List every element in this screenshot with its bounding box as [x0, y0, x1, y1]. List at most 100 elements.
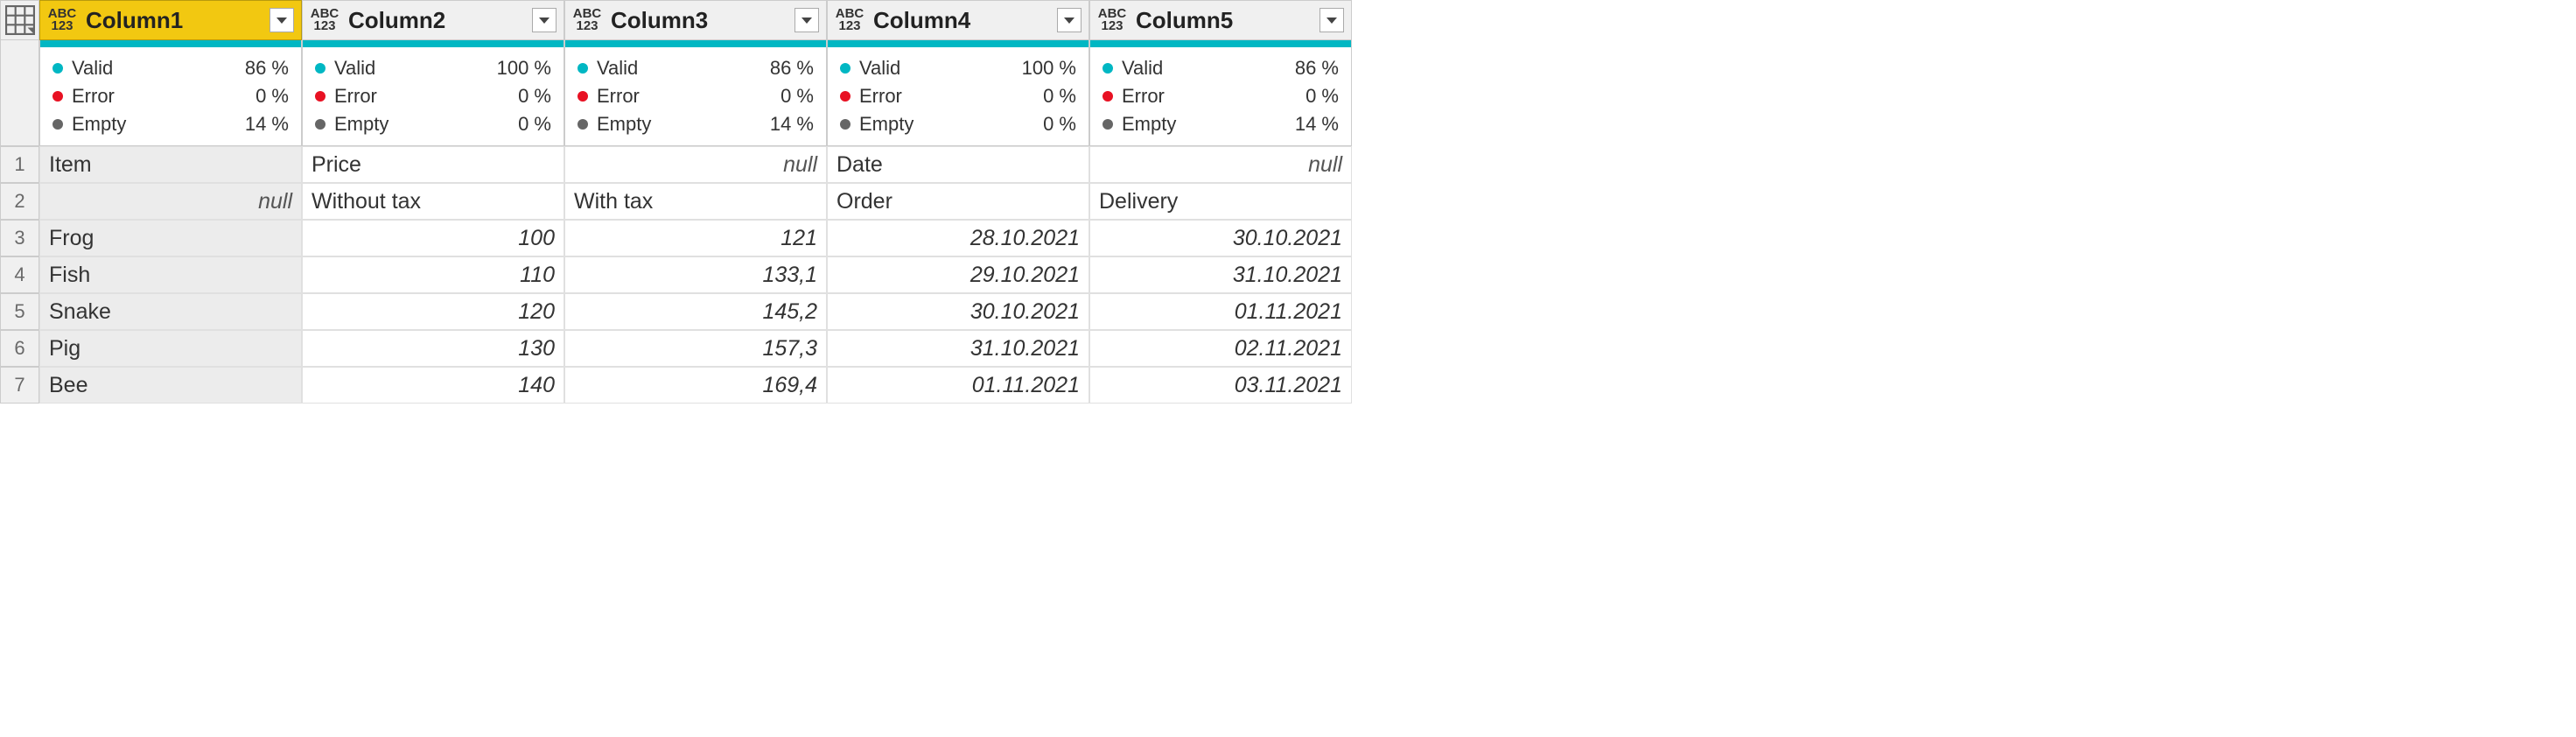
- table-cell[interactable]: 31.10.2021: [1089, 256, 1352, 293]
- table-cell[interactable]: Fish: [39, 256, 302, 293]
- table-cell[interactable]: 29.10.2021: [827, 256, 1089, 293]
- table-cell[interactable]: Snake: [39, 293, 302, 330]
- error-label: Error: [334, 82, 377, 110]
- table-cell[interactable]: null: [564, 146, 827, 183]
- error-label: Error: [72, 82, 115, 110]
- error-label: Error: [597, 82, 640, 110]
- table-cell[interactable]: 01.11.2021: [827, 367, 1089, 404]
- table-cell[interactable]: 130: [302, 330, 564, 367]
- row-number[interactable]: 7: [0, 367, 39, 404]
- table-cell[interactable]: 110: [302, 256, 564, 293]
- empty-label: Empty: [597, 110, 651, 138]
- table-cell[interactable]: Order: [827, 183, 1089, 220]
- row-number[interactable]: 5: [0, 293, 39, 330]
- empty-dot-icon: [52, 119, 63, 130]
- datatype-icon[interactable]: ABC123: [1097, 8, 1127, 32]
- table-cell[interactable]: Frog: [39, 220, 302, 256]
- valid-label: Valid: [334, 54, 375, 82]
- column-quality-bar: [1089, 40, 1352, 47]
- valid-label: Valid: [597, 54, 638, 82]
- table-cell[interactable]: Bee: [39, 367, 302, 404]
- error-dot-icon: [1102, 91, 1113, 102]
- table-cell[interactable]: null: [1089, 146, 1352, 183]
- column-quality-stats: Valid86 %Error0 %Empty14 %: [39, 47, 302, 146]
- table-cell[interactable]: Item: [39, 146, 302, 183]
- error-dot-icon: [315, 91, 326, 102]
- column-header[interactable]: ABC123 Column1: [39, 0, 302, 40]
- table-cell[interactable]: Pig: [39, 330, 302, 367]
- empty-percent: 14 %: [770, 110, 814, 138]
- table-corner-menu[interactable]: [0, 0, 39, 40]
- column-quality-stats: Valid100 %Error0 %Empty0 %: [302, 47, 564, 146]
- datatype-icon[interactable]: ABC123: [572, 8, 602, 32]
- column-name[interactable]: Column4: [873, 7, 1057, 34]
- valid-label: Valid: [72, 54, 113, 82]
- error-percent: 0 %: [780, 82, 814, 110]
- table-cell[interactable]: 100: [302, 220, 564, 256]
- datatype-icon[interactable]: ABC123: [47, 8, 77, 32]
- column-name[interactable]: Column5: [1136, 7, 1320, 34]
- empty-label: Empty: [72, 110, 126, 138]
- empty-dot-icon: [1102, 119, 1113, 130]
- table-cell[interactable]: null: [39, 183, 302, 220]
- column-filter-dropdown[interactable]: [1320, 8, 1344, 32]
- column-filter-dropdown[interactable]: [794, 8, 819, 32]
- row-number[interactable]: 4: [0, 256, 39, 293]
- table-cell[interactable]: 02.11.2021: [1089, 330, 1352, 367]
- table-cell[interactable]: 31.10.2021: [827, 330, 1089, 367]
- error-percent: 0 %: [256, 82, 289, 110]
- row-number[interactable]: 1: [0, 146, 39, 183]
- datatype-icon[interactable]: ABC123: [835, 8, 864, 32]
- table-cell[interactable]: Delivery: [1089, 183, 1352, 220]
- table-cell[interactable]: 30.10.2021: [1089, 220, 1352, 256]
- valid-percent: 100 %: [497, 54, 551, 82]
- error-label: Error: [859, 82, 902, 110]
- column-header[interactable]: ABC123 Column2: [302, 0, 564, 40]
- column-quality-stats: Valid100 %Error0 %Empty0 %: [827, 47, 1089, 146]
- column-filter-dropdown[interactable]: [532, 8, 556, 32]
- valid-dot-icon: [840, 63, 850, 74]
- empty-dot-icon: [840, 119, 850, 130]
- table-cell[interactable]: 03.11.2021: [1089, 367, 1352, 404]
- empty-percent: 14 %: [245, 110, 289, 138]
- empty-label: Empty: [334, 110, 388, 138]
- column-quality-bar: [827, 40, 1089, 47]
- datatype-icon[interactable]: ABC123: [310, 8, 340, 32]
- column-header[interactable]: ABC123 Column5: [1089, 0, 1352, 40]
- table-cell[interactable]: 30.10.2021: [827, 293, 1089, 330]
- table-cell[interactable]: 169,4: [564, 367, 827, 404]
- error-percent: 0 %: [1043, 82, 1076, 110]
- column-header[interactable]: ABC123 Column4: [827, 0, 1089, 40]
- column-name[interactable]: Column3: [611, 7, 794, 34]
- valid-percent: 86 %: [770, 54, 814, 82]
- empty-label: Empty: [859, 110, 914, 138]
- error-dot-icon: [578, 91, 588, 102]
- empty-percent: 0 %: [518, 110, 551, 138]
- table-cell[interactable]: Without tax: [302, 183, 564, 220]
- table-cell[interactable]: Date: [827, 146, 1089, 183]
- table-cell[interactable]: With tax: [564, 183, 827, 220]
- table-cell[interactable]: 01.11.2021: [1089, 293, 1352, 330]
- table-cell[interactable]: 157,3: [564, 330, 827, 367]
- table-cell[interactable]: 140: [302, 367, 564, 404]
- table-cell[interactable]: 145,2: [564, 293, 827, 330]
- valid-percent: 86 %: [1295, 54, 1339, 82]
- empty-dot-icon: [578, 119, 588, 130]
- row-number[interactable]: 3: [0, 220, 39, 256]
- table-cell[interactable]: 120: [302, 293, 564, 330]
- table-cell[interactable]: 28.10.2021: [827, 220, 1089, 256]
- column-filter-dropdown[interactable]: [270, 8, 294, 32]
- valid-dot-icon: [1102, 63, 1113, 74]
- column-filter-dropdown[interactable]: [1057, 8, 1082, 32]
- table-cell[interactable]: 121: [564, 220, 827, 256]
- column-name[interactable]: Column1: [86, 7, 270, 34]
- valid-label: Valid: [1122, 54, 1163, 82]
- column-header[interactable]: ABC123 Column3: [564, 0, 827, 40]
- column-name[interactable]: Column2: [348, 7, 532, 34]
- row-number[interactable]: 6: [0, 330, 39, 367]
- error-dot-icon: [52, 91, 63, 102]
- error-dot-icon: [840, 91, 850, 102]
- row-number[interactable]: 2: [0, 183, 39, 220]
- table-cell[interactable]: 133,1: [564, 256, 827, 293]
- table-cell[interactable]: Price: [302, 146, 564, 183]
